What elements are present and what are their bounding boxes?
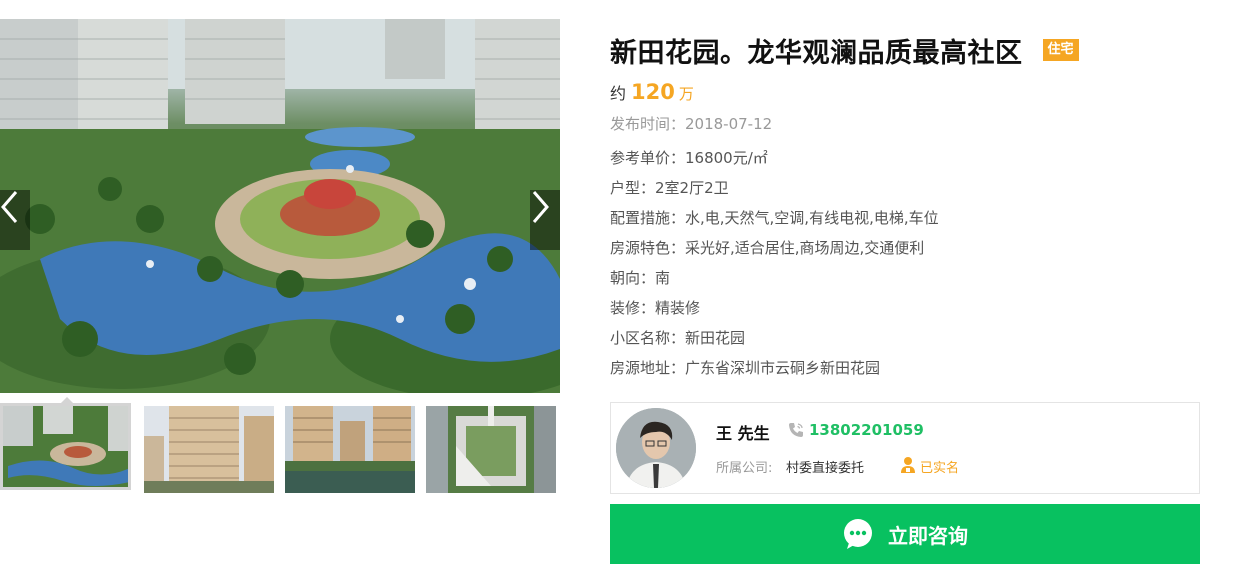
publish-time: 发布时间：2018-07-12 [610,115,773,133]
company-name: 村委直接委托 [786,461,865,476]
listing-info: 新田花园。龙华观澜品质最高社区 住宅 约 120 万 发布时间：2018-07-… [610,30,1200,383]
main-photo [0,19,560,393]
attr-layout: 户型：2室2厅2卫 [610,179,729,197]
property-type-badge: 住宅 [1042,39,1079,61]
thumbnail-2-image [144,406,274,493]
attr-unit-price: 参考单价：16800元/㎡ [610,149,768,167]
phone-icon [789,423,803,437]
company-label: 所属公司: [716,461,773,476]
attr-features: 房源特色：采光好,适合居住,商场周边,交通便利 [610,239,925,257]
chevron-right-icon [532,191,549,223]
attr-decoration: 装修：精装修 [610,299,701,317]
agent-name: 王 先生 [716,424,770,443]
photo-gallery [0,19,560,494]
agent-phone-link[interactable]: 13802201059 [809,421,924,439]
thumbnail-4[interactable] [426,406,556,493]
thumbnail-4-image [426,406,556,493]
consult-button-label: 立即咨询 [888,523,968,548]
thumbnail-2[interactable] [144,406,274,493]
verified-user-icon [901,457,915,473]
next-photo-button[interactable] [530,190,560,250]
consult-button[interactable]: 立即咨询 [610,504,1200,564]
attr-address: 房源地址：广东省深圳市云硐乡新田花园 [610,359,881,377]
price-prefix: 约 [610,84,627,103]
prev-photo-button[interactable] [0,190,30,250]
thumbnail-1-image [3,406,128,487]
agent-avatar-image [616,408,696,488]
chevron-left-icon [1,191,18,223]
thumbnail-1[interactable] [0,403,131,490]
attr-community-name: 小区名称：新田花园 [610,329,746,347]
verified-label: 已实名 [920,461,960,476]
price-value: 120 [631,80,675,104]
listing-title: 新田花园。龙华观澜品质最高社区 [610,37,1023,69]
attr-orientation: 朝向：南 [610,269,671,287]
main-photo-illustration [0,19,560,393]
price-unit: 万 [678,85,694,103]
attribute-list: 参考单价：16800元/㎡ 户型：2室2厅2卫 配置措施：水,电,天然气,空调,… [610,143,1200,383]
thumbnail-3-image [285,406,415,493]
price-row: 约 120 万 [610,80,1200,106]
attr-facilities: 配置措施：水,电,天然气,空调,有线电视,电梯,车位 [610,209,939,227]
chat-bubble-icon [844,519,872,549]
thumbnail-strip [0,397,560,493]
thumbnail-3[interactable] [285,406,415,493]
agent-avatar [616,408,696,488]
title-row: 新田花园。龙华观澜品质最高社区 住宅 [610,30,1200,70]
agent-card: 王 先生 13802201059 所属公司: 村委直接委托 已实名 [610,402,1200,494]
